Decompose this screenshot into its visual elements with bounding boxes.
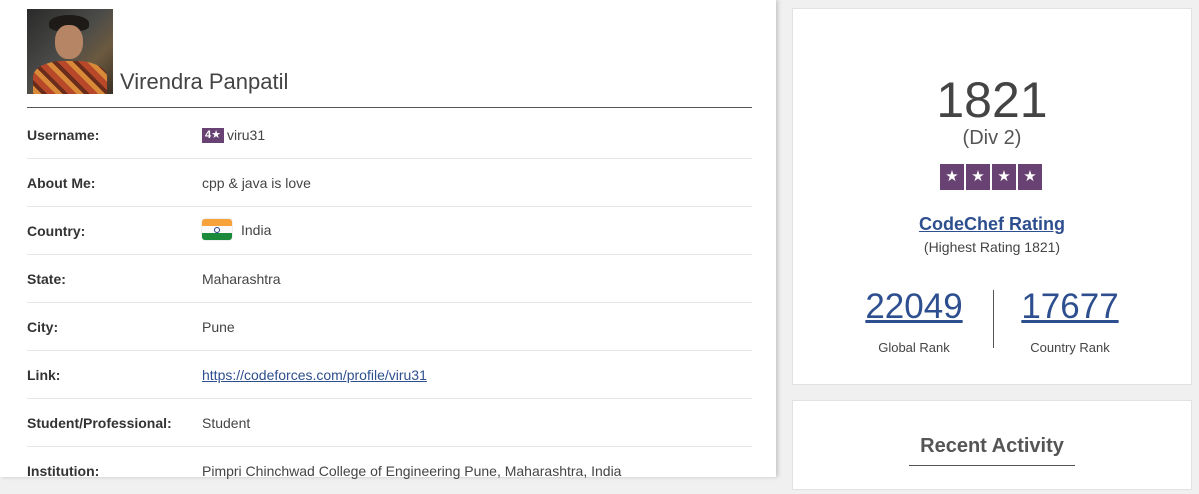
india-flag-icon (202, 219, 232, 240)
detail-row-country: Country: India (27, 207, 752, 255)
rating-division: (Div 2) (962, 127, 1022, 149)
country-rank-link[interactable]: 17677 (990, 287, 1150, 327)
detail-row-username: Username: 4★ viru31 (27, 111, 752, 159)
country-value: India (241, 221, 272, 238)
codechef-rating-link[interactable]: CodeChef Rating (793, 214, 1191, 235)
profile-link[interactable]: https://codeforces.com/profile/viru31 (202, 367, 427, 383)
detail-row-about: About Me: cpp & java is love (27, 159, 752, 207)
user-details-list: Username: 4★ viru31 About Me: cpp & java… (27, 111, 752, 494)
detail-label: City: (27, 319, 59, 335)
detail-row-institution: Institution: Pimpri Chinchwad College of… (27, 447, 752, 494)
occupation-value: Student (202, 415, 251, 431)
detail-label: State: (27, 271, 66, 287)
detail-label: Link: (27, 367, 61, 383)
rating-card: 1821 (Div 2) ★ ★ ★ ★ CodeChef Rating (Hi… (792, 8, 1192, 385)
rating-number: 1821 (936, 72, 1048, 128)
detail-label: About Me: (27, 175, 96, 191)
star-badge: 4★ (202, 127, 224, 143)
detail-row-occupation: Student/Professional: Student (27, 399, 752, 447)
star-icon: ★ (940, 164, 964, 190)
state-value: Maharashtra (202, 271, 281, 287)
profile-name: Virendra Panpatil (120, 69, 289, 94)
avatar-shirt (33, 61, 107, 94)
country-rank-block: 17677 Country Rank (990, 287, 1150, 355)
star-icon: ★ (992, 164, 1016, 190)
detail-value: 4★ viru31 (202, 127, 265, 143)
about-value: cpp & java is love (202, 175, 311, 191)
detail-row-city: City: Pune (27, 303, 752, 351)
recent-activity-title: Recent Activity (920, 435, 1064, 457)
username-value: viru31 (226, 127, 266, 143)
global-rank-block: 22049 Global Rank (834, 287, 994, 355)
star-icon: ★ (966, 164, 990, 190)
detail-row-state: State: Maharashtra (27, 255, 752, 303)
country-rank-label: Country Rank (1030, 340, 1110, 355)
detail-row-link: Link: https://codeforces.com/profile/vir… (27, 351, 752, 399)
avatar-face (55, 25, 83, 59)
global-rank-link[interactable]: 22049 (834, 287, 994, 327)
name-divider (27, 107, 752, 108)
avatar (27, 9, 113, 94)
global-rank-label: Global Rank (878, 340, 950, 355)
detail-value: India (202, 219, 271, 240)
detail-label: Country: (27, 223, 86, 239)
star-icon: ★ (1018, 164, 1042, 190)
rating-stars: ★ ★ ★ ★ (940, 164, 1042, 190)
city-value: Pune (202, 319, 235, 335)
detail-label: Student/Professional: (27, 415, 172, 431)
profile-card: Virendra Panpatil Username: 4★ viru31 Ab… (0, 0, 776, 479)
highest-rating: (Highest Rating 1821) (923, 239, 1061, 255)
detail-value: https://codeforces.com/profile/viru31 (202, 367, 427, 383)
detail-label: Username: (27, 127, 100, 143)
title-underline (909, 465, 1075, 466)
